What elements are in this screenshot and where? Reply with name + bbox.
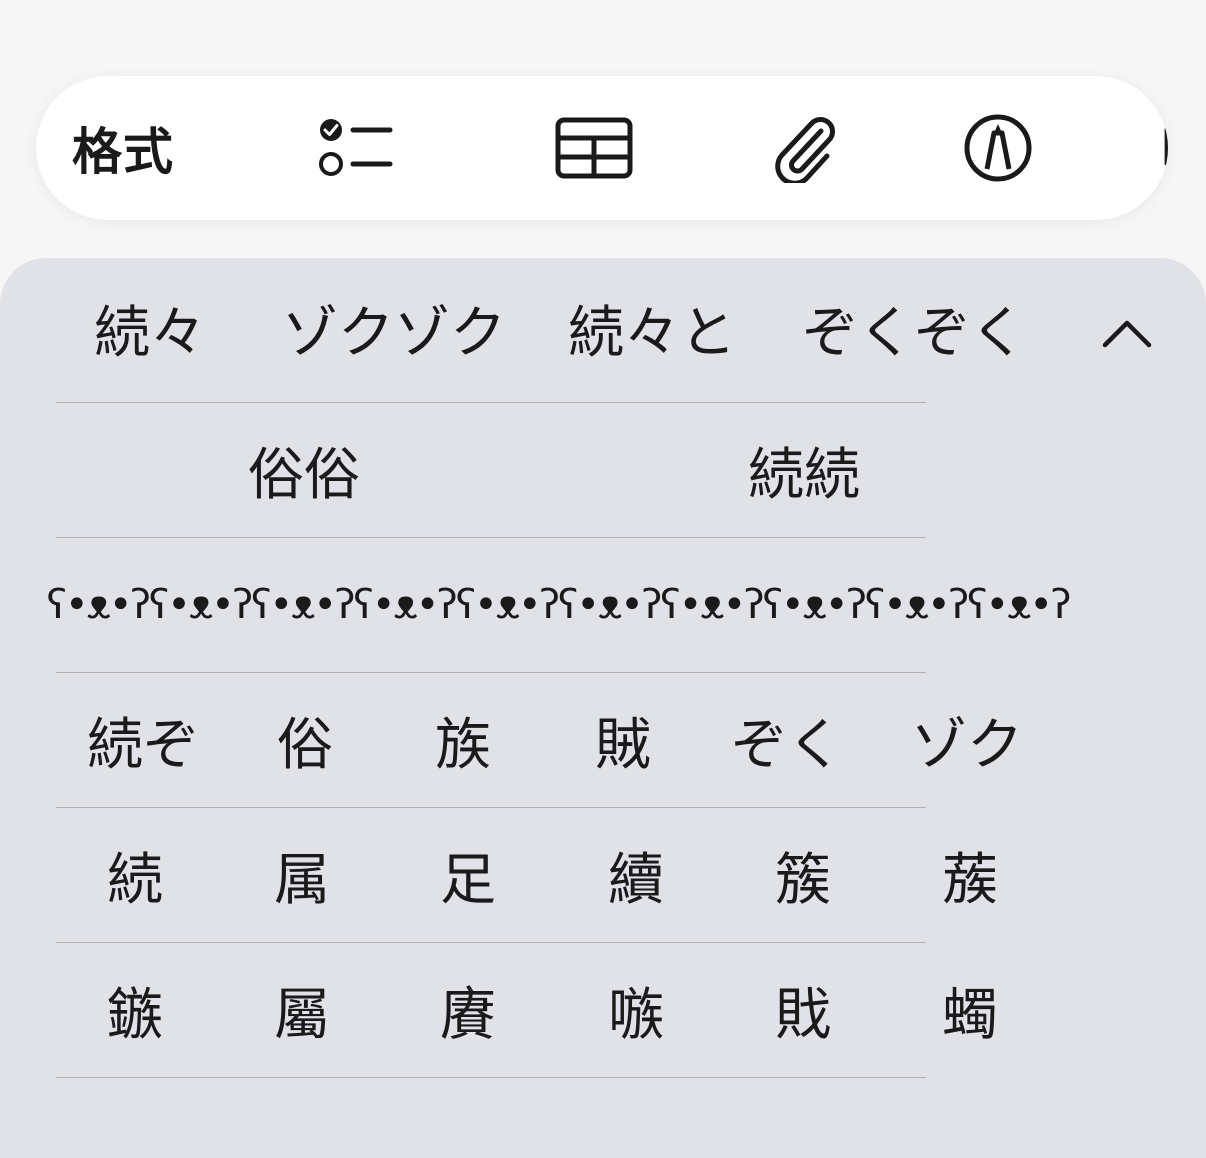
candidate-item[interactable]: 戝	[728, 943, 878, 1077]
suggestion-bar: 続々 ゾクゾク 続々と ぞくぞく	[0, 258, 1206, 404]
chevron-up-icon	[1102, 320, 1152, 348]
candidate-panel: 続々 ゾクゾク 続々と ぞくぞく 俗俗 続続 ʕ•ᴥ•ʔʕ•ᴥ•ʔʕ•ᴥ•ʔʕ•…	[0, 258, 1206, 1158]
attachment-button[interactable]	[756, 76, 852, 220]
candidate-row: 俗俗 続続	[0, 403, 1206, 537]
candidate-item[interactable]: 属	[227, 808, 377, 942]
candidate-item[interactable]: 鏃	[60, 943, 210, 1077]
candidate-item[interactable]: ぞく	[712, 673, 862, 807]
candidate-item[interactable]: 族	[388, 673, 538, 807]
candidate-item[interactable]: 屬	[227, 943, 377, 1077]
format-button[interactable]: 格式	[72, 76, 212, 220]
markup-button[interactable]	[950, 76, 1046, 220]
checklist-button[interactable]	[298, 76, 418, 220]
pen-markup-icon	[964, 114, 1032, 182]
candidate-item[interactable]: 続ぞ	[68, 673, 218, 807]
row-separator	[56, 1077, 926, 1078]
candidate-row: 続ぞ 俗 族 賊 ぞく ゾク	[0, 673, 1206, 807]
candidate-row: 続 属 足 續 簇 蔟	[0, 808, 1206, 942]
table-icon	[555, 117, 633, 179]
format-toolbar: 格式 E	[36, 76, 1168, 220]
table-button[interactable]	[536, 76, 652, 220]
collapse-button[interactable]	[1092, 308, 1162, 358]
candidate-item[interactable]: 続続	[704, 403, 904, 537]
candidate-item[interactable]: 賊	[548, 673, 698, 807]
paperclip-icon	[775, 117, 835, 183]
candidate-item[interactable]: 続々	[94, 296, 206, 372]
toolbar-overflow-item[interactable]: E	[1160, 76, 1168, 220]
candidate-item[interactable]: 續	[561, 808, 711, 942]
candidate-item[interactable]: 簇	[728, 808, 878, 942]
candidate-item[interactable]: 賡	[393, 943, 543, 1077]
candidate-item[interactable]: 続	[60, 808, 210, 942]
candidate-item[interactable]: ʕ•ᴥ•ʔʕ•ᴥ•ʔʕ•ᴥ•ʔʕ•ᴥ•ʔʕ•ᴥ•ʔʕ•ᴥ•ʔʕ•ᴥ•ʔʕ•ᴥ•ʔ…	[47, 538, 1072, 672]
candidate-item[interactable]: 続々と	[568, 296, 736, 372]
candidate-row: ʕ•ᴥ•ʔʕ•ᴥ•ʔʕ•ᴥ•ʔʕ•ᴥ•ʔʕ•ᴥ•ʔʕ•ᴥ•ʔʕ•ᴥ•ʔʕ•ᴥ•ʔ…	[0, 538, 1206, 672]
candidate-row: 鏃 屬 賡 嗾 戝 蠋	[0, 943, 1206, 1077]
candidate-item[interactable]: 足	[393, 808, 543, 942]
candidate-item[interactable]: ゾク	[892, 673, 1042, 807]
candidate-item[interactable]: ぞくぞく	[802, 296, 1026, 372]
candidate-item[interactable]: 蔟	[895, 808, 1045, 942]
candidate-item[interactable]: ゾクゾク	[282, 296, 506, 372]
candidate-item[interactable]: 蠋	[895, 943, 1045, 1077]
candidate-item[interactable]: 俗	[230, 673, 380, 807]
checklist-icon	[319, 119, 393, 176]
candidate-item[interactable]: 嗾	[561, 943, 711, 1077]
candidate-item[interactable]: 俗俗	[204, 403, 404, 537]
